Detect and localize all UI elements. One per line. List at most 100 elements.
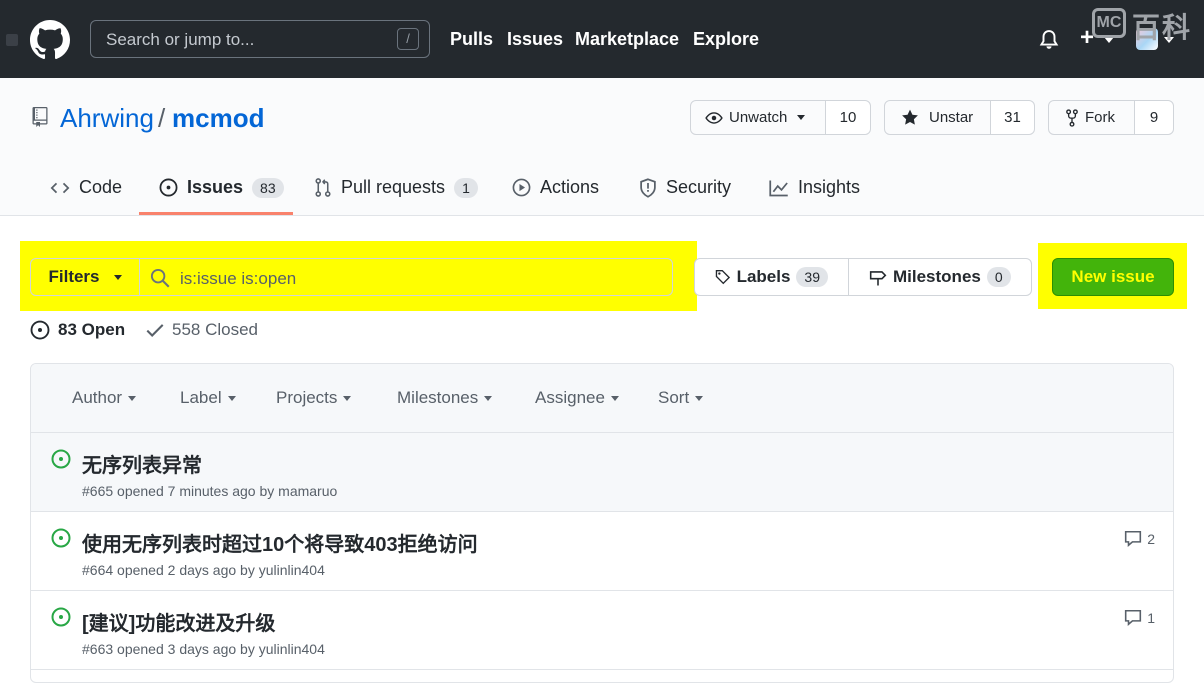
issue-opened-icon: [51, 449, 71, 469]
window-control-stub: [6, 34, 18, 46]
watermark-text: 百科: [1132, 12, 1193, 43]
label-filter[interactable]: Label: [180, 388, 236, 408]
issue-meta: #663 opened 3 days ago by yulinlin404: [82, 641, 325, 657]
milestones-filter-label: Milestones: [397, 388, 479, 407]
unwatch-label: Unwatch: [729, 109, 788, 126]
unstar-button[interactable]: Unstar: [885, 101, 991, 134]
nav-issues[interactable]: Issues: [507, 29, 563, 50]
issue-title-link[interactable]: 无序列表异常: [82, 449, 202, 478]
tab-pull-requests-label: Pull requests: [341, 177, 446, 197]
chevron-down-icon: [695, 395, 704, 401]
tab-pull-requests-count: 1: [454, 177, 478, 198]
comment-icon: [1125, 609, 1142, 626]
watermark-mc: MC: [1092, 8, 1126, 38]
sort-filter[interactable]: Sort: [658, 388, 704, 408]
labels-label: Labels: [736, 267, 791, 286]
open-issues-toggle[interactable]: 83 Open: [30, 320, 125, 340]
author-filter[interactable]: Author: [72, 388, 137, 408]
fork-button-group: Fork 9: [1048, 100, 1174, 135]
issue-opened-icon: [51, 607, 71, 627]
issue-opened-icon: [51, 528, 71, 548]
fork-label: Fork: [1085, 109, 1115, 126]
issue-meta: #664 opened 2 days ago by yulinlin404: [82, 562, 325, 578]
repo-header: Ahrwing / mcmod Unwatch 10 Unstar 31 For…: [0, 78, 1204, 216]
fork-count[interactable]: 9: [1135, 101, 1173, 134]
milestones-filter[interactable]: Milestones: [397, 388, 493, 408]
projects-filter[interactable]: Projects: [276, 388, 352, 408]
tab-actions[interactable]: Actions: [512, 177, 599, 198]
search-shortcut-key: /: [397, 28, 419, 50]
tab-insights[interactable]: Insights: [769, 177, 860, 198]
repo-owner-link[interactable]: Ahrwing: [60, 103, 154, 134]
issue-meta: #665 opened 7 minutes ago by mamaruo: [82, 483, 338, 499]
nav-marketplace[interactable]: Marketplace: [575, 29, 679, 50]
issue-search-value: is:issue is:open: [180, 269, 297, 288]
labels-milestones-group: Labels 39 Milestones 0: [694, 258, 1032, 296]
global-header: Search or jump to... / Pulls Issues Mark…: [0, 0, 1204, 78]
tab-issues-count: 83: [252, 177, 284, 198]
tab-code-label: Code: [79, 177, 123, 197]
chevron-down-icon: [227, 395, 236, 401]
global-search-input[interactable]: Search or jump to... /: [90, 20, 430, 58]
closed-issues-toggle[interactable]: 558 Closed: [146, 320, 258, 340]
tab-issues[interactable]: Issues 83: [159, 177, 284, 198]
filters-dropdown-button[interactable]: Filters: [30, 258, 140, 296]
eye-icon: [705, 111, 723, 124]
star-button-group: Unstar 31: [884, 100, 1035, 135]
issue-search-input[interactable]: is:issue is:open: [139, 258, 673, 296]
issue-row[interactable]: [建议]功能改进及升级 #663 opened 3 days ago by yu…: [31, 591, 1173, 670]
issue-row[interactable]: 无序列表异常 #665 opened 7 minutes ago by mama…: [31, 433, 1173, 512]
repo-name-link[interactable]: mcmod: [172, 103, 264, 134]
labels-link[interactable]: Labels 39: [695, 259, 849, 295]
new-issue-button[interactable]: New issue: [1052, 258, 1174, 296]
tab-pull-requests[interactable]: Pull requests 1: [314, 177, 478, 198]
watch-button-group: Unwatch 10: [690, 100, 871, 135]
sort-filter-label: Sort: [658, 388, 690, 407]
tab-code[interactable]: Code: [50, 177, 122, 198]
milestones-count: 0: [986, 267, 1011, 287]
open-issues-label: 83 Open: [58, 320, 126, 339]
chevron-down-icon: [113, 274, 122, 280]
assignee-filter-label: Assignee: [535, 388, 605, 407]
tab-security[interactable]: Security: [639, 177, 731, 198]
nav-explore[interactable]: Explore: [693, 29, 759, 50]
repo-icon: [32, 107, 48, 127]
labels-count: 39: [796, 267, 828, 287]
closed-issues-label: 558 Closed: [172, 320, 259, 339]
label-filter-label: Label: [180, 388, 222, 407]
milestones-link[interactable]: Milestones 0: [849, 259, 1031, 295]
projects-filter-label: Projects: [276, 388, 338, 407]
issue-row[interactable]: 使用无序列表时超过10个将导致403拒绝访问 #664 opened 2 day…: [31, 512, 1173, 591]
unstar-label: Unstar: [929, 109, 974, 126]
check-icon: [146, 324, 164, 337]
milestones-label: Milestones: [893, 267, 981, 286]
issue-comments-link[interactable]: 2: [1124, 530, 1155, 547]
issue-comments-link[interactable]: 1: [1124, 609, 1155, 626]
watch-count[interactable]: 10: [826, 101, 870, 134]
issues-list: Author Label Projects Milestones Assigne…: [30, 363, 1174, 683]
issue-title-link[interactable]: 使用无序列表时超过10个将导致403拒绝访问: [82, 528, 478, 557]
star-count[interactable]: 31: [991, 101, 1034, 134]
bell-icon[interactable]: [1038, 28, 1060, 52]
search-placeholder: Search or jump to...: [106, 30, 255, 49]
fork-icon: [1066, 108, 1078, 127]
fork-button[interactable]: Fork: [1049, 101, 1135, 134]
tag-icon: [715, 269, 731, 285]
issue-comment-count: 2: [1147, 530, 1155, 547]
issue-opened-icon: [30, 320, 50, 340]
nav-pulls[interactable]: Pulls: [450, 29, 493, 50]
assignee-filter[interactable]: Assignee: [535, 388, 619, 408]
tab-insights-label: Insights: [798, 177, 861, 197]
search-icon: [150, 268, 170, 288]
play-icon: [512, 178, 531, 197]
github-logo-icon[interactable]: [30, 20, 70, 60]
tab-security-label: Security: [666, 177, 732, 197]
graph-icon: [769, 180, 788, 196]
unwatch-button[interactable]: Unwatch: [691, 101, 826, 134]
active-tab-underline: [139, 212, 293, 215]
milestone-icon: [869, 271, 887, 286]
pull-request-icon: [315, 178, 331, 197]
issue-title-link[interactable]: [建议]功能改进及升级: [82, 607, 275, 636]
chevron-down-icon: [128, 395, 137, 401]
chevron-down-icon: [797, 115, 806, 120]
